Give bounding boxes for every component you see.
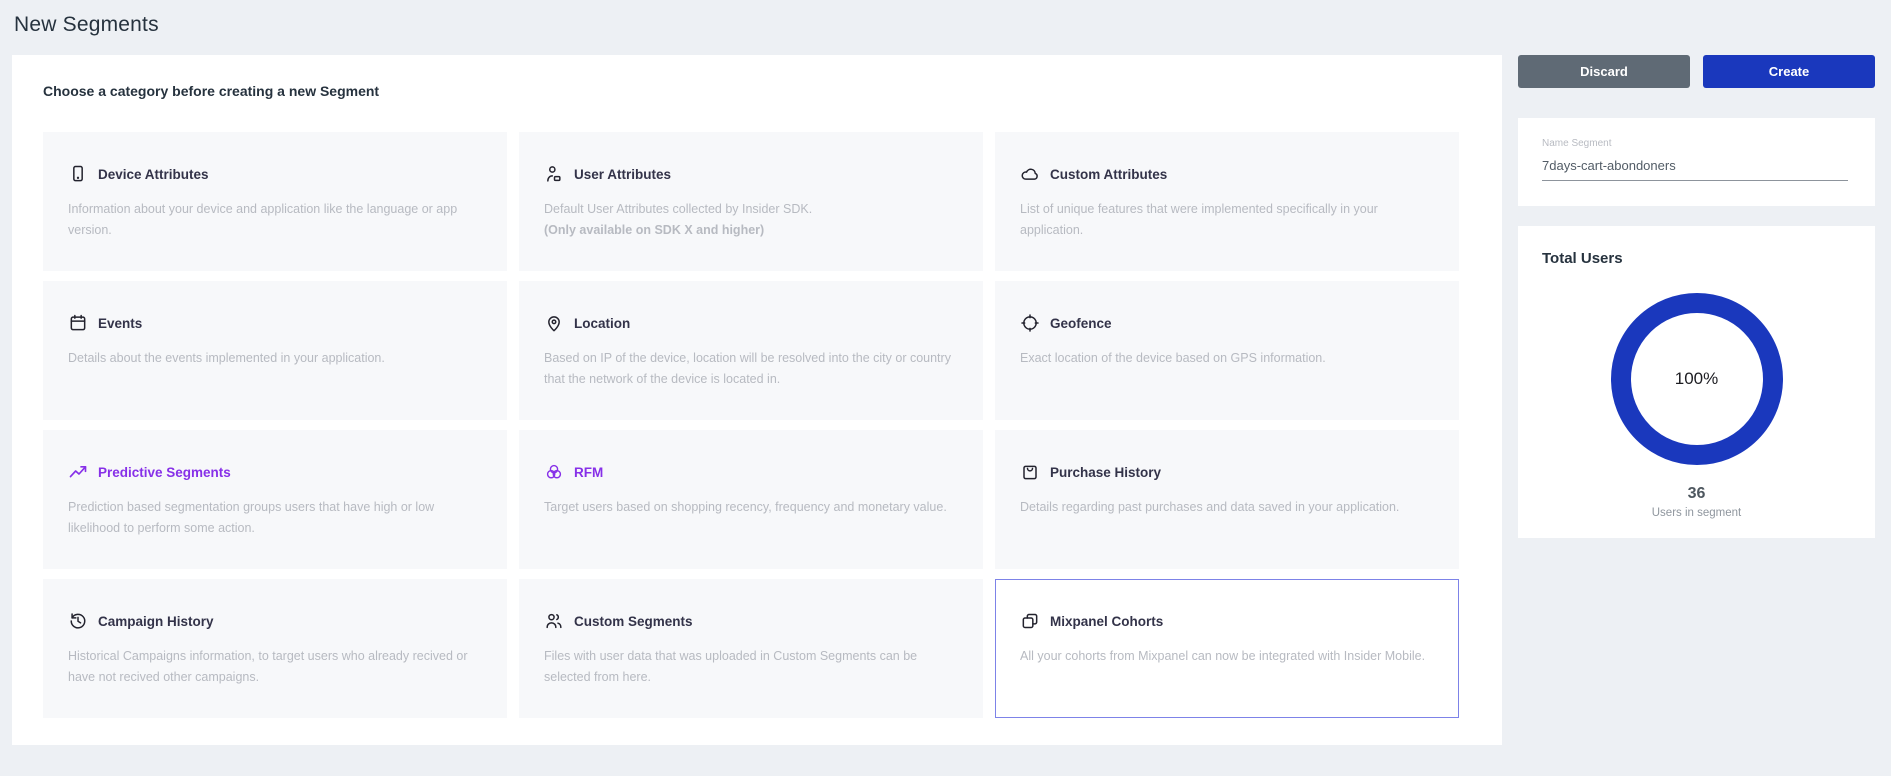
category-title: Events <box>98 316 142 331</box>
category-card-custom-segments[interactable]: Custom Segments Files with user data tha… <box>519 579 983 718</box>
category-title: Mixpanel Cohorts <box>1050 614 1163 629</box>
category-description: Exact location of the device based on GP… <box>1020 348 1428 369</box>
category-title: User Attributes <box>574 167 671 182</box>
category-card-user-attributes[interactable]: User Attributes Default User Attributes … <box>519 132 983 271</box>
category-description-text: Historical Campaigns information, to tar… <box>68 649 467 684</box>
category-card-campaign-history[interactable]: Campaign History Historical Campaigns in… <box>43 579 507 718</box>
category-description: Details regarding past purchases and dat… <box>1020 497 1428 518</box>
category-description-text: All your cohorts from Mixpanel can now b… <box>1020 649 1425 663</box>
category-card-header: Campaign History <box>68 611 476 631</box>
category-card-header: Purchase History <box>1020 462 1428 482</box>
create-button[interactable]: Create <box>1703 55 1875 88</box>
discard-button[interactable]: Discard <box>1518 55 1690 88</box>
category-title: Custom Segments <box>574 614 693 629</box>
category-card-header: Mixpanel Cohorts <box>1020 611 1428 631</box>
cohorts-icon <box>1020 611 1040 631</box>
category-description: Based on IP of the device, location will… <box>544 348 952 391</box>
category-description-text: Information about your device and applic… <box>68 202 457 237</box>
category-panel: Choose a category before creating a new … <box>12 55 1502 745</box>
category-card-header: Custom Attributes <box>1020 164 1428 184</box>
category-card-custom-attributes[interactable]: Custom Attributes List of unique feature… <box>995 132 1459 271</box>
map-pin-icon <box>544 313 564 333</box>
category-description: Historical Campaigns information, to tar… <box>68 646 476 689</box>
category-title: Location <box>574 316 630 331</box>
name-segment-label: Name Segment <box>1542 138 1848 149</box>
crosshair-icon <box>1020 313 1040 333</box>
total-users-donut: 100% <box>1611 293 1783 465</box>
total-users-card: Total Users 100% 36 Users in segment <box>1518 226 1875 538</box>
category-description: Details about the events implemented in … <box>68 348 476 369</box>
calendar-icon <box>68 313 88 333</box>
category-description-text: Prediction based segmentation groups use… <box>68 500 434 535</box>
category-card-header: Events <box>68 313 476 333</box>
category-description-text: Target users based on shopping recency, … <box>544 500 947 514</box>
category-grid: Device Attributes Information about your… <box>43 132 1459 718</box>
category-title: Custom Attributes <box>1050 167 1167 182</box>
category-card-mixpanel-cohorts[interactable]: Mixpanel Cohorts All your cohorts from M… <box>995 579 1459 718</box>
category-title: RFM <box>574 465 603 480</box>
category-description-text: Files with user data that was uploaded i… <box>544 649 917 684</box>
users-icon <box>544 611 564 631</box>
donut-percent-label: 100% <box>1675 369 1718 389</box>
category-description: Target users based on shopping recency, … <box>544 497 952 518</box>
category-title: Campaign History <box>98 614 214 629</box>
category-description-text: Details about the events implemented in … <box>68 351 385 365</box>
segment-sidebar: Discard Create Name Segment Total Users … <box>1518 55 1875 538</box>
venn-icon <box>544 462 564 482</box>
category-title: Device Attributes <box>98 167 209 182</box>
category-card-events[interactable]: Events Details about the events implemen… <box>43 281 507 420</box>
category-title: Purchase History <box>1050 465 1161 480</box>
device-icon <box>68 164 88 184</box>
category-description-text: List of unique features that were implem… <box>1020 202 1378 237</box>
name-segment-card: Name Segment <box>1518 118 1875 206</box>
name-segment-input[interactable] <box>1542 158 1848 181</box>
category-description: Information about your device and applic… <box>68 199 476 242</box>
action-buttons: Discard Create <box>1518 55 1875 88</box>
category-card-header: Geofence <box>1020 313 1428 333</box>
history-clock-icon <box>68 611 88 631</box>
category-card-location[interactable]: Location Based on IP of the device, loca… <box>519 281 983 420</box>
category-card-device-attributes[interactable]: Device Attributes Information about your… <box>43 132 507 271</box>
category-description: Default User Attributes collected by Ins… <box>544 199 952 242</box>
category-title: Geofence <box>1050 316 1112 331</box>
category-card-header: Device Attributes <box>68 164 476 184</box>
category-description: Files with user data that was uploaded i… <box>544 646 952 689</box>
category-description-text: Based on IP of the device, location will… <box>544 351 951 386</box>
user-card-icon <box>544 164 564 184</box>
users-count-caption: Users in segment <box>1542 507 1851 519</box>
shopping-bag-icon <box>1020 462 1040 482</box>
category-card-rfm[interactable]: RFM Target users based on shopping recen… <box>519 430 983 569</box>
total-users-heading: Total Users <box>1542 250 1851 267</box>
cloud-icon <box>1020 164 1040 184</box>
category-card-predictive-segments[interactable]: Predictive Segments Prediction based seg… <box>43 430 507 569</box>
panel-heading: Choose a category before creating a new … <box>43 83 379 99</box>
page-title: New Segments <box>14 13 159 37</box>
category-description: All your cohorts from Mixpanel can now b… <box>1020 646 1428 667</box>
category-card-header: Location <box>544 313 952 333</box>
category-description-text: Exact location of the device based on GP… <box>1020 351 1326 365</box>
trend-up-icon <box>68 462 88 482</box>
category-description-note: (Only available on SDK X and higher) <box>544 223 764 237</box>
category-card-header: Predictive Segments <box>68 462 476 482</box>
category-card-purchase-history[interactable]: Purchase History Details regarding past … <box>995 430 1459 569</box>
category-description: List of unique features that were implem… <box>1020 199 1428 242</box>
category-description: Prediction based segmentation groups use… <box>68 497 476 540</box>
category-description-text: Details regarding past purchases and dat… <box>1020 500 1399 514</box>
category-card-header: Custom Segments <box>544 611 952 631</box>
category-card-geofence[interactable]: Geofence Exact location of the device ba… <box>995 281 1459 420</box>
category-card-header: RFM <box>544 462 952 482</box>
category-description-text: Default User Attributes collected by Ins… <box>544 202 812 216</box>
category-card-header: User Attributes <box>544 164 952 184</box>
users-count: 36 <box>1542 485 1851 503</box>
category-title: Predictive Segments <box>98 465 231 480</box>
